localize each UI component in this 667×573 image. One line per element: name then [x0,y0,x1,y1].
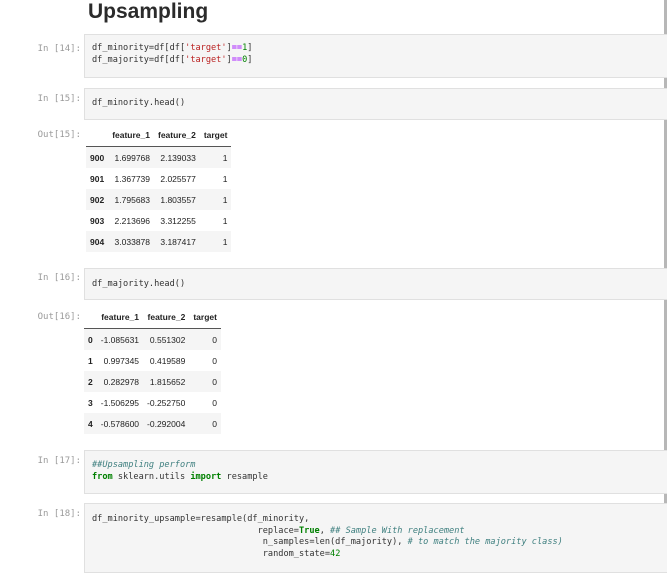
row-index: 3 [88,397,93,408]
table-cell: 1.699768 [114,152,150,163]
table-cell: 0.419589 [149,355,186,366]
row-index: 0 [88,334,93,345]
row-index: 904 [90,236,105,247]
majority-header-feature_1: feature_1 [96,306,144,329]
table-cell: 2.213696 [114,215,150,226]
table-cell: 1 [222,215,228,226]
section-heading: Upsampling [88,0,209,23]
table-cell: 1.367739 [114,173,150,184]
table-row: 0 -1.085631 0.551302 0 [84,328,221,350]
cell-prompt-17: In [17]: [37,456,81,466]
table-cell: -0.578600 [100,418,140,429]
output-prompt-16: Out[16]: [37,312,81,322]
code-comment: ##Upsampling perform [92,460,196,470]
table-cell: 2.025577 [160,173,196,184]
table-row: 901 1.367739 2.025577 1 [86,168,231,189]
cell-prompt-14: In [14]: [37,44,81,54]
code-cell-15-text: df_minority.head() [92,98,186,108]
table-cell: 0 [212,376,217,387]
table-cell: -0.292004 [147,418,186,429]
dataframe-minority: feature_1 feature_2 target 900 1.699768 2.13… [86,124,232,252]
minority-header-feature_1: feature_1 [108,124,154,147]
table-cell: 1.815652 [149,376,186,387]
majority-header-feature_2: feature_2 [143,306,190,329]
table-row: 904 3.033878 3.187417 1 [86,231,232,252]
table-cell: 2.139033 [160,152,196,163]
table-cell: 1 [222,152,228,163]
table-cell: 0 [212,397,217,408]
majority-header-index [84,306,97,329]
table-cell: 1.803557 [160,194,196,205]
minority-header-target: target [199,124,232,147]
majority-header-target: target [189,306,221,329]
table-cell: 3.187417 [160,236,196,247]
table-row: 900 1.699768 2.139033 1 [86,146,232,168]
code-cell-17-text: ##Upsampling perform from sklearn.utils … [92,460,268,482]
table-cell: -1.085631 [100,334,140,345]
table-cell: -1.506295 [100,397,140,408]
table-cell: 3.033878 [114,236,150,247]
table-cell: -0.252750 [147,397,186,408]
row-index: 901 [90,173,105,184]
row-index: 900 [90,152,105,163]
row-index: 2 [88,376,93,387]
code-cell-14-text: df_minority=df[df['target']==1] df_major… [92,43,253,65]
code-cell-18-text: df_minority_upsample=resample(df_minorit… [92,514,563,559]
table-row: 2 0.282978 1.815652 0 [84,371,221,392]
code-cell-16-text: df_majority.head() [92,279,186,289]
table-cell: 1 [222,173,228,184]
table-cell: 0.551302 [149,334,186,345]
output-prompt-15: Out[15]: [37,130,81,140]
cell-prompt-18: In [18]: [37,509,81,519]
table-cell: 0.282978 [103,376,140,387]
table-row: 4 -0.578600 -0.292004 0 [84,413,221,434]
cell-prompt-15: In [15]: [37,94,81,104]
minority-header-feature_2: feature_2 [154,124,200,147]
table-cell: 0.997345 [103,355,140,366]
table-cell: 1 [222,236,228,247]
table-cell: 0 [212,334,217,345]
table-cell: 0 [212,418,217,429]
minority-header-index [86,124,109,147]
table-cell: 1.795683 [114,194,150,205]
row-index: 902 [90,194,105,205]
table-cell: 0 [212,355,217,366]
table-cell: 3.312255 [160,215,196,226]
table-row: 1 0.997345 0.419589 0 [84,350,221,371]
row-index: 4 [88,418,93,429]
cell-prompt-16: In [16]: [37,273,81,283]
table-cell: 1 [222,194,228,205]
row-index: 1 [88,355,93,366]
table-row: 903 2.213696 3.312255 1 [86,210,231,231]
dataframe-majority: feature_1 feature_2 target 0 -1.085631 0.551… [84,306,221,434]
table-row: 902 1.795683 1.803557 1 [86,189,232,210]
row-index: 903 [90,215,105,226]
table-row: 3 -1.506295 -0.252750 0 [84,392,221,413]
